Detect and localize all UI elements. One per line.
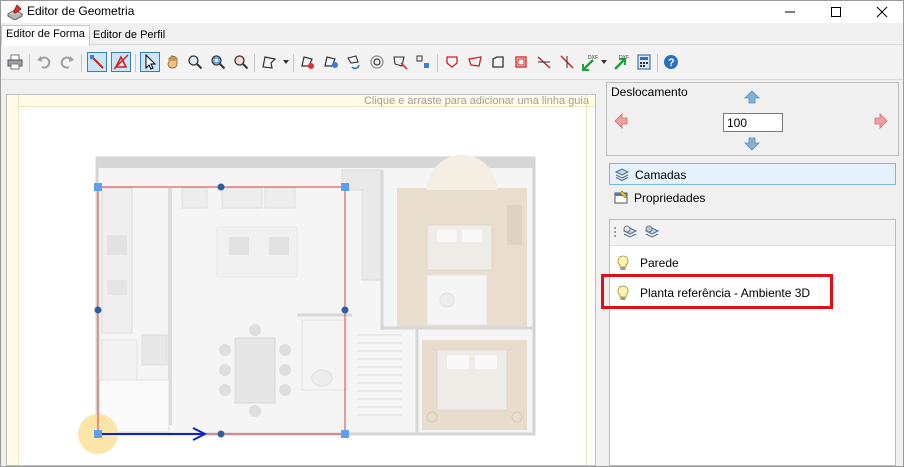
calc-icon[interactable] (634, 52, 654, 72)
window-title: Editor de Geometria (27, 4, 135, 18)
zoom-extents-icon[interactable] (231, 52, 251, 72)
pan-hand-icon[interactable] (163, 52, 183, 72)
zoom-icon[interactable] (185, 52, 205, 72)
shape3-icon[interactable] (488, 52, 508, 72)
handle-left-mid (94, 306, 102, 314)
cut2-icon[interactable] (557, 52, 577, 72)
arrow-up-icon[interactable] (744, 89, 760, 108)
deslocamento-input[interactable] (723, 113, 783, 132)
camadas-label: Camadas (635, 168, 687, 182)
snap-icon[interactable] (87, 52, 107, 72)
dxf-import-icon[interactable]: DXF (580, 52, 600, 72)
snap-off-icon[interactable] (111, 52, 131, 72)
cut-icon[interactable] (534, 52, 554, 72)
minimize-button[interactable] (767, 1, 813, 23)
dxf-export-icon[interactable]: DXF (611, 52, 631, 72)
handle-right-mid (341, 306, 349, 314)
align-icon[interactable] (413, 52, 433, 72)
handle-bottom-left (94, 430, 102, 438)
lightbulb-icon[interactable] (616, 255, 630, 274)
drawing-canvas[interactable]: Clique e arraste para adicionar uma linh… (6, 94, 596, 466)
layers-toolbar (610, 220, 895, 246)
remove-layer-icon[interactable] (644, 225, 660, 244)
floor-plan-reference-image (95, 155, 536, 436)
move-vertex-icon[interactable] (321, 52, 341, 72)
properties-icon (614, 190, 628, 207)
tab-editor-de-forma[interactable]: Editor de Forma (1, 25, 90, 46)
tab-strip: Editor de Forma Editor de Perfil (1, 25, 903, 46)
add-vertex-icon[interactable] (298, 52, 318, 72)
shape-icon[interactable] (442, 52, 462, 72)
add-layer-icon[interactable] (622, 225, 638, 244)
zoom-window-icon[interactable] (208, 52, 228, 72)
propriedades-button[interactable]: Propriedades (609, 187, 896, 209)
select-arrow-icon[interactable] (140, 52, 160, 72)
handle-bottom-mid (217, 430, 225, 438)
undo-icon[interactable] (34, 52, 54, 72)
handle-top-left (94, 183, 102, 191)
layers-list: Parede Planta referência - Ambiente 3D (609, 219, 896, 466)
layers-icon (614, 167, 630, 184)
tab-editor-de-perfil[interactable]: Editor de Perfil (89, 27, 169, 45)
title-bar: Editor de Geometria (1, 1, 903, 23)
trim-icon[interactable] (390, 52, 410, 72)
red-highlight-box (601, 274, 833, 309)
maximize-button[interactable] (813, 1, 859, 23)
layer-label: Parede (640, 256, 679, 270)
arrow-right-icon[interactable] (873, 113, 889, 132)
deslocamento-panel: Deslocamento (606, 82, 899, 156)
propriedades-label: Propriedades (634, 191, 706, 205)
rotate-icon[interactable] (344, 52, 364, 72)
arrow-down-icon[interactable] (744, 136, 760, 155)
offset-icon[interactable] (367, 52, 387, 72)
main-toolbar: DXF DXF ? (1, 46, 903, 80)
svg-text:?: ? (668, 57, 675, 69)
redo-icon[interactable] (57, 52, 77, 72)
arrow-left-icon[interactable] (613, 113, 629, 132)
close-button[interactable] (859, 1, 903, 23)
geometry-editor-icon (6, 4, 24, 21)
handle-top-right (341, 183, 349, 191)
shape2-icon[interactable] (465, 52, 485, 72)
polyline-icon[interactable] (259, 52, 279, 72)
shape4-icon[interactable] (511, 52, 531, 72)
deslocamento-label: Deslocamento (611, 85, 688, 99)
geometry-editor-window: Editor de Geometria Editor de Forma Edit… (0, 0, 904, 467)
handle-top-mid (217, 183, 225, 191)
floor-plan-drawing (78, 155, 536, 454)
camadas-button[interactable]: Camadas (609, 163, 896, 185)
handle-bottom-right (341, 430, 349, 438)
help-icon[interactable]: ? (661, 52, 681, 72)
print-icon[interactable] (5, 52, 25, 72)
